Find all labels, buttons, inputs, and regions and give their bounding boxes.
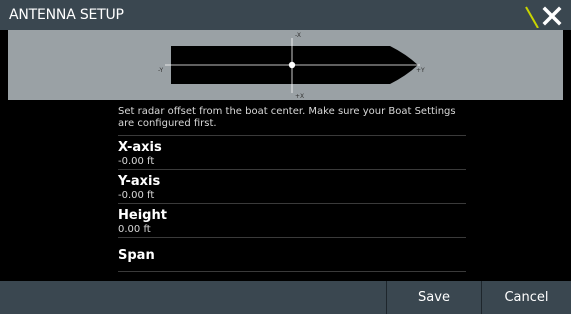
divider bbox=[118, 271, 466, 272]
axis-label-pos-x: +X bbox=[295, 93, 304, 100]
row-x-axis[interactable]: X-axis -0.00 ft bbox=[118, 136, 466, 169]
axis-label-neg-y: -Y bbox=[158, 67, 163, 74]
axis-label-pos-y: +Y bbox=[416, 67, 425, 74]
axis-label-neg-x: -X bbox=[295, 32, 301, 39]
antenna-position-marker bbox=[288, 61, 296, 69]
cancel-button[interactable]: Cancel bbox=[482, 281, 571, 314]
info-text: Set radar offset from the boat center. M… bbox=[118, 106, 456, 129]
footer-bar: Save Cancel bbox=[0, 281, 571, 314]
antenna-setup-dialog: ANTENNA SETUP -X +X -Y +Y Set radar offs… bbox=[0, 0, 571, 314]
row-label: X-axis bbox=[118, 140, 162, 155]
row-label: Height bbox=[118, 208, 167, 223]
dialog-title: ANTENNA SETUP bbox=[9, 7, 124, 23]
settings-list: Set radar offset from the boat center. M… bbox=[8, 100, 563, 280]
row-value: 0.00 ft bbox=[118, 224, 151, 235]
close-icon[interactable] bbox=[540, 4, 564, 28]
boat-preview: -X +X -Y +Y bbox=[8, 30, 563, 100]
row-span[interactable]: Span bbox=[118, 238, 466, 271]
save-button[interactable]: Save bbox=[387, 281, 481, 314]
row-height[interactable]: Height 0.00 ft bbox=[118, 204, 466, 237]
row-y-axis[interactable]: Y-axis -0.00 ft bbox=[118, 170, 466, 203]
title-bar: ANTENNA SETUP bbox=[0, 0, 571, 30]
row-label: Span bbox=[118, 248, 155, 263]
boat-diagram: -X +X -Y +Y bbox=[158, 32, 425, 100]
row-value: -0.00 ft bbox=[118, 190, 155, 201]
row-value: -0.00 ft bbox=[118, 156, 155, 167]
row-label: Y-axis bbox=[118, 174, 161, 189]
